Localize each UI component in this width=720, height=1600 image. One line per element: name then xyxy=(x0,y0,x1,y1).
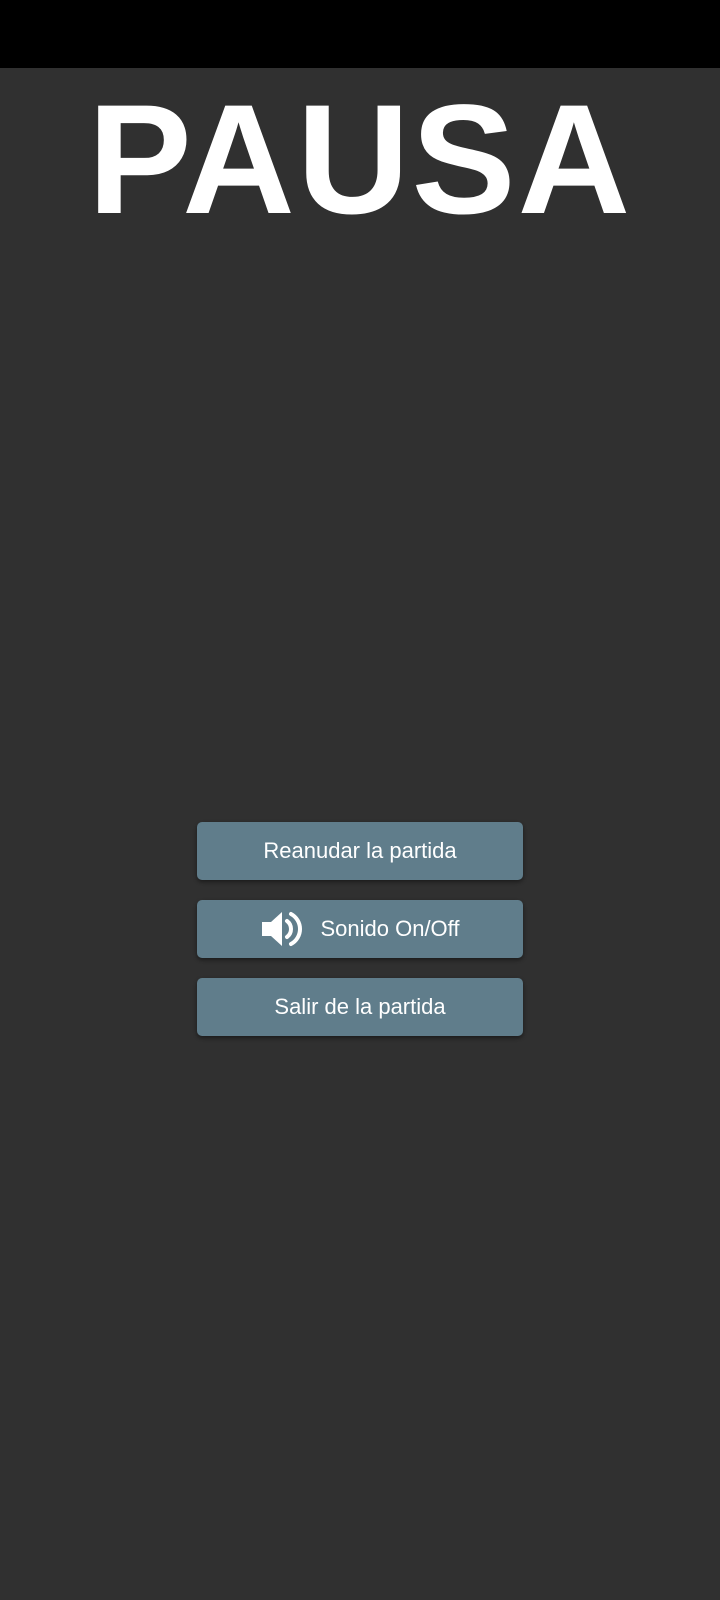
exit-game-button[interactable]: Salir de la partida xyxy=(197,978,523,1036)
status-bar xyxy=(0,0,720,68)
resume-game-button[interactable]: Reanudar la partida xyxy=(197,822,523,880)
resume-game-label: Reanudar la partida xyxy=(263,838,457,863)
sound-toggle-label: Sonido On/Off xyxy=(320,916,460,941)
page-title: PAUSA xyxy=(87,73,633,247)
volume-icon xyxy=(260,909,303,949)
sound-toggle-button[interactable]: Sonido On/Off xyxy=(197,900,523,958)
exit-game-label: Salir de la partida xyxy=(274,994,446,1019)
